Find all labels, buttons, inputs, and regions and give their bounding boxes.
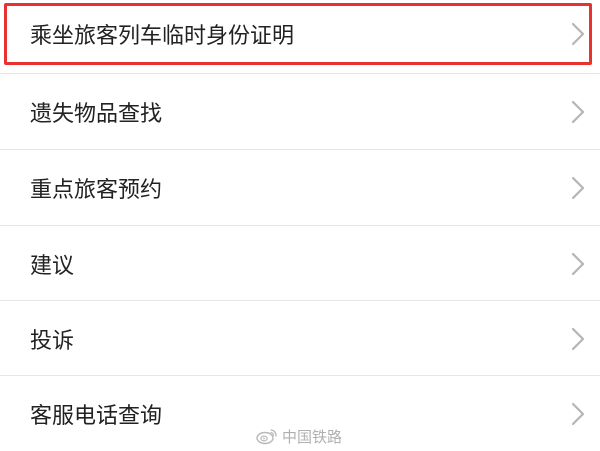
watermark: 中国铁路 <box>256 425 342 447</box>
weibo-icon <box>256 429 277 445</box>
chevron-right-icon <box>571 176 585 199</box>
menu-item-label: 乘坐旅客列车临时身份证明 <box>30 24 295 49</box>
menu-item-complaint[interactable]: 投诉 <box>0 301 600 376</box>
service-menu: 乘坐旅客列车临时身份证明 遗失物品查找 重点旅客预约 建议 投诉 客服电话查询 <box>0 0 600 451</box>
chevron-right-icon <box>571 22 585 46</box>
menu-item-label: 重点旅客预约 <box>30 177 163 203</box>
menu-item-lost-items[interactable]: 遗失物品查找 <box>0 74 600 149</box>
chevron-right-icon <box>571 327 585 350</box>
menu-item-temporary-id[interactable]: 乘坐旅客列车临时身份证明 <box>0 0 600 68</box>
menu-item-label: 投诉 <box>30 328 75 354</box>
menu-item-priority-passenger[interactable]: 重点旅客预约 <box>0 150 600 225</box>
menu-item-label: 建议 <box>30 253 75 279</box>
menu-item-suggestion[interactable]: 建议 <box>0 226 600 301</box>
menu-item-label: 客服电话查询 <box>30 403 163 429</box>
chevron-right-icon <box>571 402 585 425</box>
chevron-right-icon <box>571 252 585 275</box>
chevron-right-icon <box>571 100 585 123</box>
menu-item-label: 遗失物品查找 <box>30 101 163 127</box>
watermark-text: 中国铁路 <box>282 427 343 446</box>
